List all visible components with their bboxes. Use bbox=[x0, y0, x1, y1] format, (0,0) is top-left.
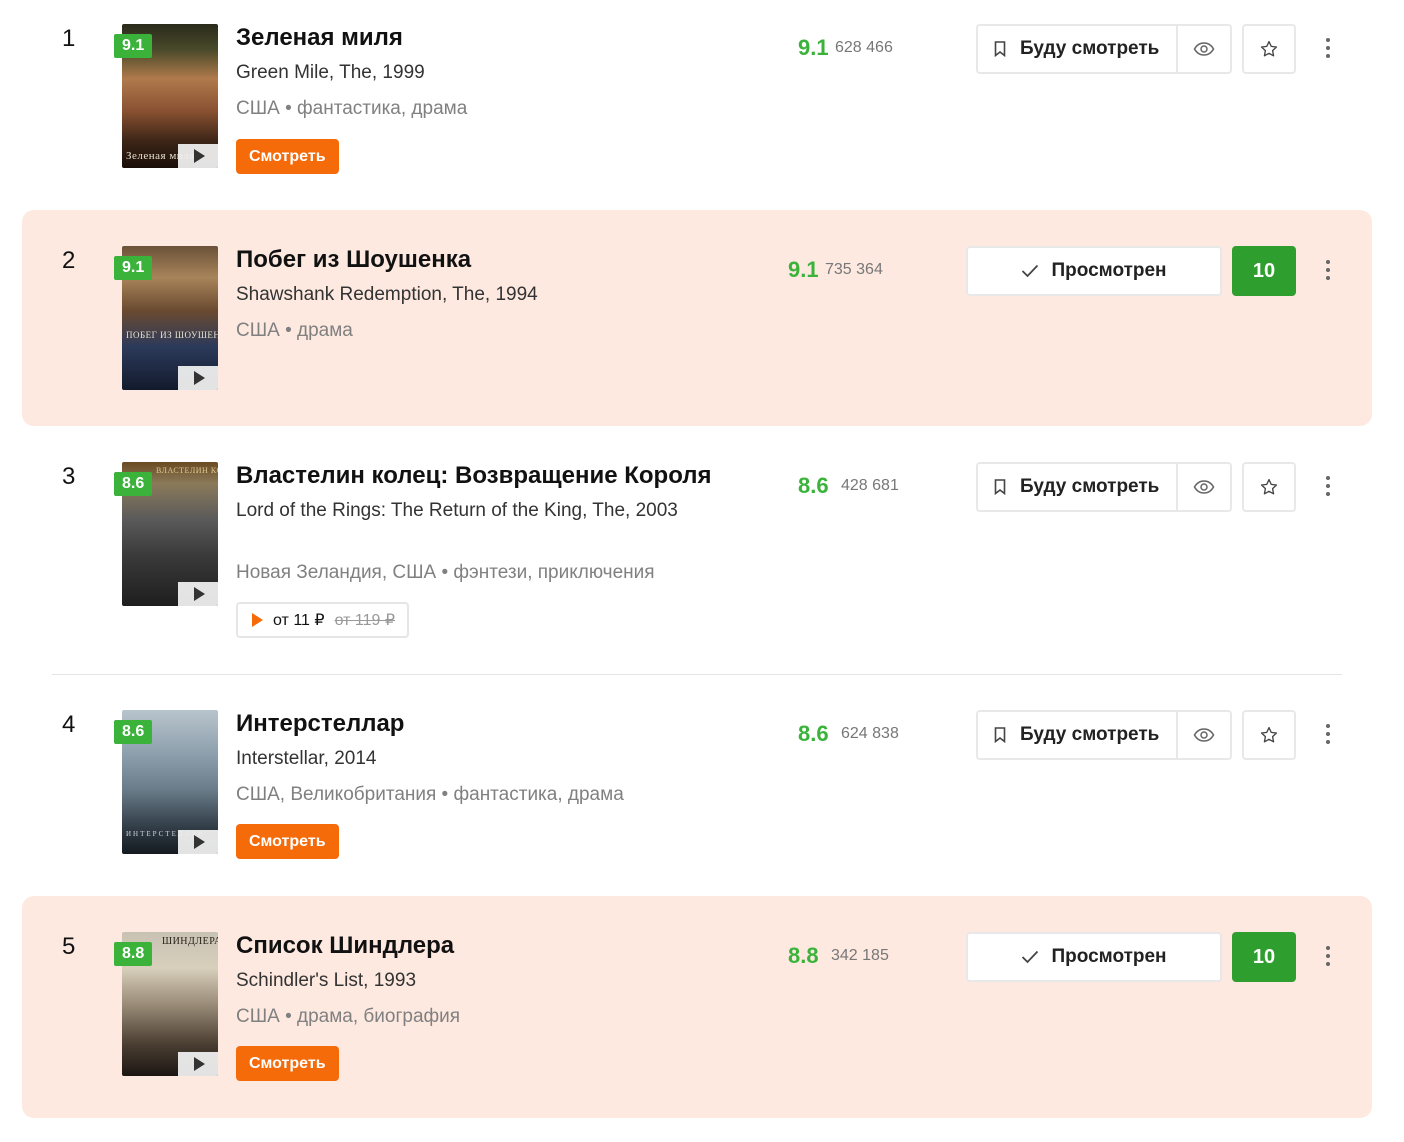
star-icon[interactable] bbox=[1242, 710, 1296, 760]
watched-button[interactable]: Просмотрен bbox=[966, 932, 1222, 982]
film-row-4: 4 ИНТЕРСТЕЛЛАР 8.6 Интерстеллар Interste… bbox=[0, 675, 1404, 896]
bookmark-icon bbox=[994, 727, 1006, 743]
my-rating-button[interactable]: 10 bbox=[1232, 246, 1296, 296]
play-icon[interactable] bbox=[178, 144, 218, 168]
poster-title: ВЛАСТЕЛИН КОЛЕЦ bbox=[156, 466, 218, 475]
film-rank: 5 bbox=[62, 933, 76, 960]
play-icon[interactable] bbox=[178, 582, 218, 606]
star-icon[interactable] bbox=[1242, 24, 1296, 74]
film-votes: 735 364 bbox=[825, 261, 883, 278]
row-highlight bbox=[22, 896, 1372, 1118]
rating-badge: 8.6 bbox=[114, 720, 153, 744]
price-button[interactable]: от 11 ₽ от 119 ₽ bbox=[236, 602, 410, 638]
row-highlight bbox=[22, 210, 1372, 426]
film-original-title: Schindler's List, 1993 bbox=[236, 970, 417, 991]
star-icon[interactable] bbox=[1242, 462, 1296, 512]
film-rank: 4 bbox=[62, 711, 76, 738]
film-row-1: 1 Зеленая миля 9.1 Зеленая миля Green Mi… bbox=[0, 0, 1404, 210]
film-title[interactable]: Список Шиндлера bbox=[236, 932, 454, 960]
film-votes: 628 466 bbox=[835, 39, 893, 56]
will-watch-button[interactable]: Буду смотреть bbox=[978, 26, 1178, 72]
will-watch-label: Буду смотреть bbox=[1020, 38, 1160, 59]
watch-button[interactable]: Смотреть bbox=[236, 139, 339, 174]
price-old: от 119 ₽ bbox=[334, 612, 396, 629]
film-score: 8.8 bbox=[788, 943, 819, 968]
will-watch-group: Буду смотреть bbox=[976, 710, 1232, 760]
film-original-title: Lord of the Rings: The Return of the Kin… bbox=[236, 500, 678, 521]
film-score: 9.1 bbox=[798, 35, 829, 60]
film-votes: 428 681 bbox=[841, 477, 899, 494]
rating-badge: 9.1 bbox=[114, 34, 153, 58]
film-title[interactable]: Интерстеллар bbox=[236, 710, 404, 738]
film-votes: 624 838 bbox=[841, 725, 899, 742]
film-title[interactable]: Зеленая миля bbox=[236, 24, 403, 52]
will-watch-group: Буду смотреть bbox=[976, 24, 1232, 74]
check-icon bbox=[1022, 264, 1039, 278]
play-icon[interactable] bbox=[178, 830, 218, 854]
film-meta: США • драма, биография bbox=[236, 1006, 461, 1027]
rating-badge: 9.1 bbox=[114, 256, 153, 280]
eye-icon[interactable] bbox=[1178, 464, 1230, 510]
my-rating-button[interactable]: 10 bbox=[1232, 932, 1296, 982]
will-watch-button[interactable]: Буду смотреть bbox=[978, 464, 1178, 510]
film-rank: 3 bbox=[62, 463, 76, 490]
film-row-2: 2 ПОБЕГ ИЗ ШОУШЕНКА 9.1 Побег из Шоушенк… bbox=[0, 210, 1404, 426]
rating-badge: 8.6 bbox=[114, 472, 153, 496]
will-watch-button[interactable]: Буду смотреть bbox=[978, 712, 1178, 758]
bookmark-icon bbox=[994, 479, 1006, 495]
check-icon bbox=[1022, 950, 1039, 964]
watched-label: Просмотрен bbox=[1051, 946, 1167, 967]
film-original-title: Interstellar, 2014 bbox=[236, 748, 377, 769]
eye-icon[interactable] bbox=[1178, 712, 1230, 758]
more-icon[interactable] bbox=[1318, 941, 1338, 971]
rating-badge: 8.8 bbox=[114, 942, 153, 966]
film-title[interactable]: Побег из Шоушенка bbox=[236, 246, 471, 274]
film-meta: США • драма bbox=[236, 320, 353, 341]
will-watch-label: Буду смотреть bbox=[1020, 476, 1160, 497]
poster-title: ШИНДЛЕРА bbox=[162, 936, 218, 947]
film-meta: Новая Зеландия, США • фэнтези, приключен… bbox=[236, 562, 655, 583]
more-icon[interactable] bbox=[1318, 255, 1338, 285]
film-rank: 2 bbox=[62, 247, 76, 274]
eye-icon[interactable] bbox=[1178, 26, 1230, 72]
bookmark-icon bbox=[994, 41, 1006, 57]
film-votes: 342 185 bbox=[831, 947, 889, 964]
film-score: 8.6 bbox=[798, 473, 829, 498]
watched-button[interactable]: Просмотрен bbox=[966, 246, 1222, 296]
will-watch-group: Буду смотреть bbox=[976, 462, 1232, 512]
film-meta: США, Великобритания • фантастика, драма bbox=[236, 784, 624, 805]
film-rank: 1 bbox=[62, 25, 76, 52]
film-score: 8.6 bbox=[798, 721, 829, 746]
film-original-title: Shawshank Redemption, The, 1994 bbox=[236, 284, 538, 305]
film-meta: США • фантастика, драма bbox=[236, 98, 468, 119]
film-row-3: 3 ВЛАСТЕЛИН КОЛЕЦ 8.6 Властелин колец: В… bbox=[0, 426, 1404, 674]
play-icon bbox=[252, 613, 263, 627]
poster-title: ПОБЕГ ИЗ ШОУШЕНКА bbox=[126, 330, 218, 340]
film-score: 9.1 bbox=[788, 257, 819, 282]
play-icon[interactable] bbox=[178, 366, 218, 390]
film-title[interactable]: Властелин колец: Возвращение Короля bbox=[236, 462, 712, 490]
watched-label: Просмотрен bbox=[1051, 260, 1167, 281]
watch-button[interactable]: Смотреть bbox=[236, 824, 339, 859]
watch-button[interactable]: Смотреть bbox=[236, 1046, 339, 1081]
price-from: от 11 ₽ bbox=[273, 612, 325, 629]
more-icon[interactable] bbox=[1318, 471, 1338, 501]
film-original-title: Green Mile, The, 1999 bbox=[236, 62, 425, 83]
will-watch-label: Буду смотреть bbox=[1020, 724, 1160, 745]
more-icon[interactable] bbox=[1318, 719, 1338, 749]
play-icon[interactable] bbox=[178, 1052, 218, 1076]
film-row-5: 5 ШИНДЛЕРА 8.8 Список Шиндлера Schindler… bbox=[0, 896, 1404, 1118]
more-icon[interactable] bbox=[1318, 33, 1338, 63]
